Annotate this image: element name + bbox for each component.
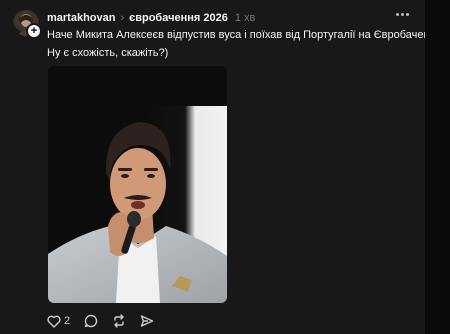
post-text-line-1: Наче Микита Алексеєв відпустив вуса і по…: [47, 29, 425, 41]
post-time: 1 хв: [234, 12, 256, 24]
scrollbar-gutter: [425, 0, 450, 334]
follow-plus-icon[interactable]: +: [26, 23, 42, 39]
post-card: + martakhovan › євробачення 2026 1 хв На…: [0, 0, 425, 334]
topic-tag[interactable]: євробачення 2026: [129, 12, 228, 24]
share-icon: [140, 315, 154, 327]
share-button[interactable]: [140, 314, 154, 328]
heart-icon: [47, 315, 61, 328]
like-count: 2: [64, 315, 71, 327]
more-options-icon[interactable]: [392, 6, 412, 22]
repost-button[interactable]: [112, 314, 126, 328]
like-button[interactable]: 2: [47, 315, 70, 328]
chevron-right-icon: ›: [120, 12, 125, 24]
comment-icon: [84, 314, 98, 328]
reply-button[interactable]: [84, 314, 98, 328]
avatar[interactable]: +: [13, 10, 42, 39]
post-text-line-2: Ну є схожість, скажіть?): [47, 47, 169, 59]
post-image[interactable]: [48, 66, 227, 303]
username[interactable]: martakhovan: [47, 12, 115, 24]
post-header: martakhovan › євробачення 2026 1 хв: [47, 10, 255, 26]
repost-icon: [114, 314, 124, 328]
post-actions: 2: [47, 313, 168, 329]
